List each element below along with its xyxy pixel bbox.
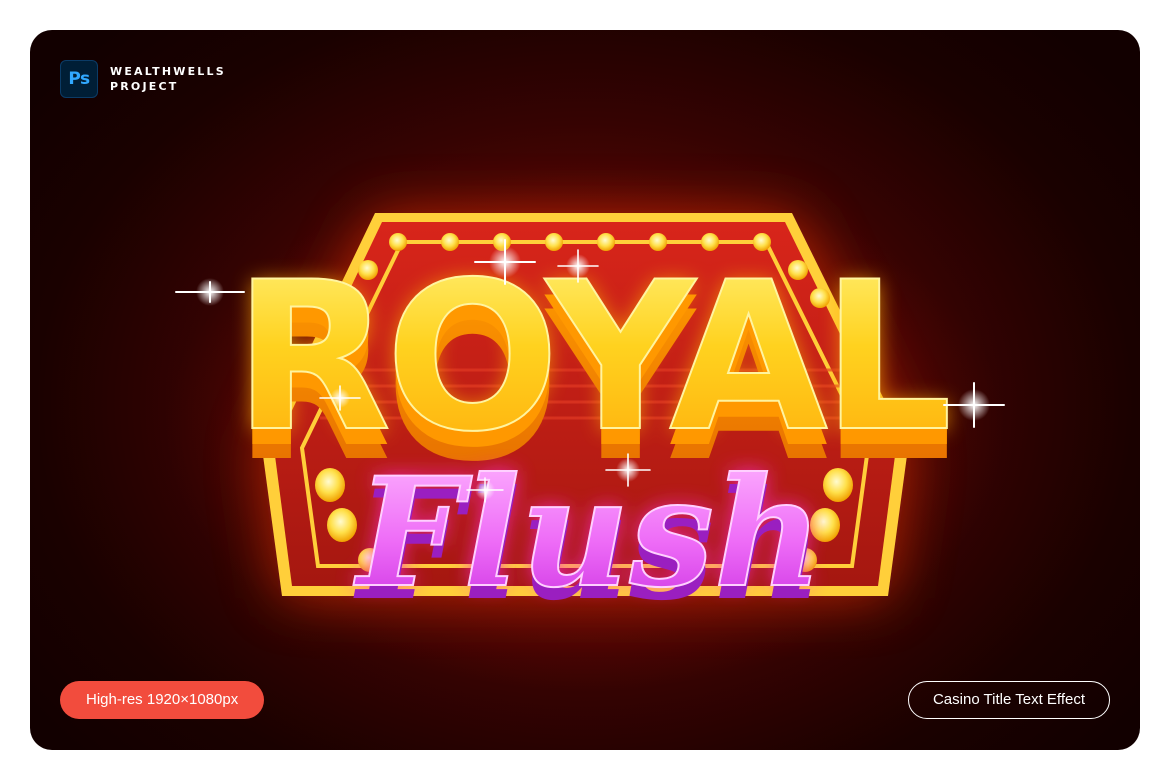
effect-name-badge: Casino Title Text Effect	[907, 681, 1110, 719]
brand-header: Ps WEALTHWELLS PROJECT	[60, 60, 226, 98]
title-flush: Flush	[353, 445, 823, 621]
title-artwork: ROYAL ROYAL ROYAL ROYAL Flush Flush Flus…	[165, 170, 1005, 690]
photoshop-logo-icon: Ps	[60, 60, 98, 98]
preview-card: ROYAL ROYAL ROYAL ROYAL Flush Flush Flus…	[30, 30, 1140, 750]
resolution-badge: High-res 1920×1080px	[60, 681, 265, 719]
brand-name: WEALTHWELLS PROJECT	[110, 64, 226, 94]
brand-line-1: WEALTHWELLS	[110, 65, 226, 78]
title-royal: ROYAL	[234, 239, 948, 477]
brand-line-2: PROJECT	[110, 80, 179, 93]
